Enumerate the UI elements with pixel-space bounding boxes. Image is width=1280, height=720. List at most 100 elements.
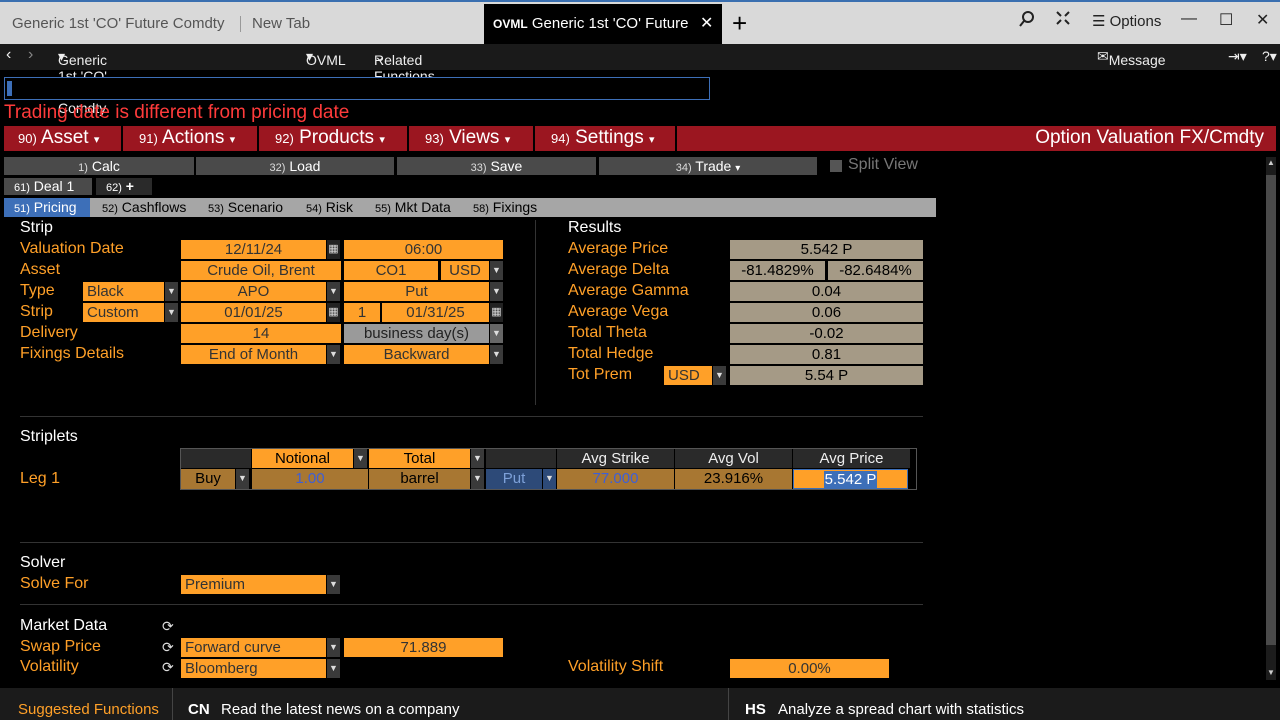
forward-icon[interactable]: › (28, 46, 33, 64)
back-icon[interactable]: ‹ (6, 46, 11, 64)
help-icon[interactable]: ?▾ (1262, 48, 1277, 65)
valuation-time-field[interactable]: 06:00 (344, 240, 503, 259)
menu-asset[interactable]: 90) Asset ▾ (4, 126, 123, 151)
avg-price-field[interactable]: 5.542 P (793, 469, 908, 489)
split-view-checkbox[interactable] (830, 160, 842, 172)
refresh-icon[interactable]: ⟳ (162, 639, 174, 656)
delivery-field[interactable]: 14 (181, 324, 341, 343)
app-name: Option Valuation FX/Cmdty (1035, 127, 1264, 148)
chevron-down-icon[interactable]: ▼ (327, 282, 340, 301)
tab-mkt-data[interactable]: 55) Mkt Data (365, 198, 451, 217)
trade-button[interactable]: 34) Trade ▾ (599, 157, 817, 175)
security-selector[interactable]: Generic 1st 'CO' Future Comdty ▾ (58, 48, 107, 116)
deal-tab-1[interactable]: 61) Deal 1 (4, 178, 92, 195)
menu-settings[interactable]: 94) Settings ▾ (537, 126, 677, 151)
chevron-down-icon[interactable]: ▼ (471, 469, 484, 489)
fixing-direction-select[interactable]: Backward (344, 345, 489, 364)
avg-strike-field[interactable]: 77.000 (557, 469, 674, 489)
strip-mode-select[interactable]: Custom (83, 303, 164, 322)
fixing-end-select[interactable]: End of Month (181, 345, 326, 364)
chevron-down-icon[interactable]: ▼ (165, 282, 178, 301)
swap-price-field[interactable]: 71.889 (344, 638, 503, 657)
load-button[interactable]: 32) Load (196, 157, 394, 175)
tot-prem-currency-select[interactable]: USD (664, 366, 712, 385)
volatility-source-select[interactable]: Bloomberg (181, 659, 326, 678)
close-window-icon[interactable]: ✕ (1256, 10, 1269, 30)
tab-generic-co[interactable]: Generic 1st 'CO' Future Comdty (12, 4, 224, 46)
option-select[interactable]: Put (486, 469, 542, 489)
chevron-down-icon[interactable]: ▼ (543, 469, 556, 489)
chevron-down-icon[interactable]: ▼ (713, 366, 726, 385)
avg-vol-field[interactable]: 23.916% (675, 469, 792, 489)
chevron-down-icon[interactable]: ▼ (471, 449, 484, 468)
chevron-down-icon[interactable]: ▼ (165, 303, 178, 322)
refresh-icon[interactable]: ⟳ (162, 618, 174, 635)
tab-cashflows[interactable]: 52) Cashflows (92, 198, 186, 217)
function-desc-hs[interactable]: Analyze a spread chart with statistics (778, 701, 1024, 718)
export-icon[interactable]: ⇥▾ (1228, 48, 1247, 65)
notional-field[interactable]: 1.00 (252, 469, 368, 489)
col-notional: Notional (252, 449, 353, 468)
asset-name-field[interactable]: Crude Oil, Brent (181, 261, 341, 280)
tab-scenario[interactable]: 53) Scenario (198, 198, 283, 217)
chevron-down-icon[interactable]: ▼ (490, 261, 503, 280)
strip-start-field[interactable]: 01/01/25 (181, 303, 326, 322)
model-select[interactable]: Black (83, 282, 164, 301)
average-gamma-value: 0.04 (730, 282, 923, 301)
function-desc-cn[interactable]: Read the latest news on a company (221, 701, 459, 718)
calendar-icon[interactable]: ▦ (327, 240, 340, 259)
command-line-input[interactable] (4, 77, 710, 100)
calendar-icon[interactable]: ▦ (490, 303, 503, 322)
chevron-down-icon[interactable]: ▼ (327, 659, 340, 678)
chevron-down-icon[interactable]: ▼ (354, 449, 367, 468)
chevron-down-icon[interactable]: ▼ (327, 575, 340, 594)
chevron-down-icon[interactable]: ▼ (490, 282, 503, 301)
related-functions-menu[interactable]: Related Functions Menu ⌄ (374, 48, 435, 100)
asset-code-field[interactable]: CO1 (344, 261, 438, 280)
label-average-vega: Average Vega (568, 303, 669, 320)
chevron-down-icon[interactable]: ▼ (327, 638, 340, 657)
new-tab-plus-icon[interactable]: + (732, 10, 747, 36)
volatility-shift-field[interactable]: 0.00% (730, 659, 889, 678)
scroll-up-icon[interactable]: ▲ (1267, 158, 1275, 167)
scrollbar-thumb[interactable] (1266, 175, 1276, 645)
tab-risk[interactable]: 54) Risk (296, 198, 353, 217)
tab-fixings[interactable]: 58) Fixings (463, 198, 537, 217)
save-button[interactable]: 33) Save (397, 157, 596, 175)
solve-for-select[interactable]: Premium (181, 575, 326, 594)
chevron-down-icon[interactable]: ▼ (327, 345, 340, 364)
message-button[interactable]: ✉ Message (1097, 48, 1166, 68)
deal-tab-add[interactable]: 62) + (96, 178, 152, 195)
valuation-date-field[interactable]: 12/11/24 (181, 240, 326, 259)
menu-products[interactable]: 92) Products ▾ (261, 126, 409, 151)
options-menu[interactable]: ☰ Options (1092, 12, 1161, 30)
search-icon[interactable] (1018, 10, 1036, 33)
asset-currency-field[interactable]: USD (441, 261, 489, 280)
function-selector[interactable]: OVML ▾ (306, 48, 346, 68)
close-tab-icon[interactable]: ✕ (700, 10, 713, 38)
refresh-icon[interactable]: ⟳ (162, 659, 174, 676)
function-code-hs[interactable]: HS (745, 701, 766, 718)
chevron-down-icon[interactable]: ▼ (490, 345, 503, 364)
results-header: Results (568, 219, 622, 236)
calc-button[interactable]: 1) Calc (4, 157, 194, 175)
scroll-down-icon[interactable]: ▼ (1267, 668, 1275, 677)
tab-pricing[interactable]: 51) Pricing (4, 198, 90, 217)
swap-source-select[interactable]: Forward curve (181, 638, 326, 657)
maximize-icon[interactable]: ☐ (1219, 10, 1233, 30)
resize-icon[interactable] (1055, 10, 1071, 31)
function-code-cn[interactable]: CN (188, 701, 210, 718)
strip-count-field[interactable]: 1 (344, 303, 380, 322)
option-type-select[interactable]: APO (181, 282, 326, 301)
chevron-down-icon[interactable]: ▼ (236, 469, 249, 489)
tab-new[interactable]: New Tab (252, 4, 310, 46)
unit-select[interactable]: barrel (369, 469, 470, 489)
strip-end-field[interactable]: 01/31/25 (382, 303, 489, 322)
side-select[interactable]: Buy (181, 469, 235, 489)
put-call-select[interactable]: Put (344, 282, 489, 301)
minimize-icon[interactable]: — (1181, 10, 1197, 28)
menu-views[interactable]: 93) Views ▾ (411, 126, 535, 151)
tab-ovml-active[interactable]: OVML Generic 1st 'CO' Future ✕ (484, 4, 722, 46)
menu-actions[interactable]: 91) Actions ▾ (125, 126, 259, 151)
calendar-icon[interactable]: ▦ (327, 303, 340, 322)
